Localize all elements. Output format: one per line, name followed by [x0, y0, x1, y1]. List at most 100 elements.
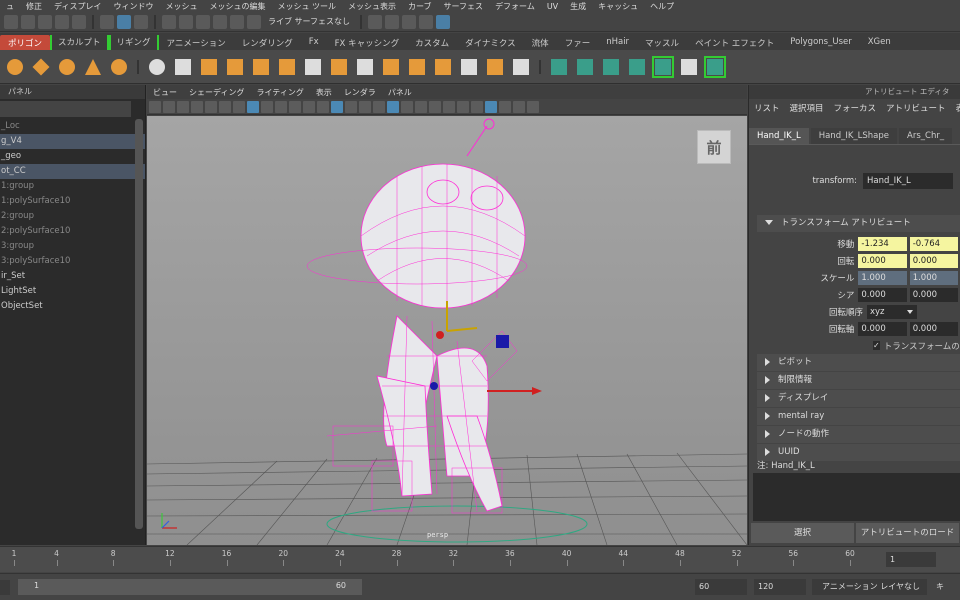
translate-x-field[interactable]: -1.234 [858, 236, 907, 251]
rotate-axis-y-field[interactable]: 0.000 [909, 321, 958, 336]
motion-blur-icon[interactable] [443, 100, 455, 113]
menu-item[interactable]: メッシュ [159, 1, 203, 12]
smooth-icon[interactable] [224, 56, 246, 78]
viewport-menu-item[interactable]: シェーディング [183, 87, 250, 98]
outliner-item[interactable]: _Loc [0, 119, 145, 134]
xray-icon[interactable] [499, 100, 511, 113]
select-component-icon[interactable] [134, 14, 148, 29]
menu-item[interactable]: ヘルプ [644, 1, 680, 12]
shelf-tab[interactable]: Polygons_User [782, 35, 859, 50]
safe-title-icon[interactable] [317, 100, 329, 113]
animation-end-field[interactable]: 120 [754, 579, 806, 595]
shear-y-field[interactable]: 0.000 [909, 287, 958, 302]
bridge-icon[interactable] [276, 56, 298, 78]
attribute-section[interactable]: ノードの動作 [757, 426, 960, 443]
menu-item[interactable]: キャッシュ [592, 1, 644, 12]
outliner-item[interactable]: LightSet [0, 284, 145, 299]
poly-sphere-icon[interactable] [4, 56, 26, 78]
scene-view[interactable]: 前 persp [147, 116, 747, 545]
start-frame-field[interactable] [0, 580, 10, 595]
attribute-menu-item[interactable]: リスト [749, 102, 785, 114]
grease-pencil-icon[interactable] [219, 100, 231, 113]
wireframe-icon[interactable] [331, 100, 343, 113]
anim-layer-dropdown[interactable]: アニメーション レイヤなし [812, 579, 927, 595]
menu-item[interactable]: ュ [0, 1, 20, 12]
open-scene-icon[interactable] [21, 14, 35, 29]
uv-unfold-icon[interactable] [652, 55, 674, 78]
shelf-tab[interactable]: Fx [301, 35, 327, 50]
attribute-section[interactable]: mental ray [757, 408, 960, 425]
shear-x-field[interactable]: 0.000 [858, 287, 907, 302]
target-weld-icon[interactable] [458, 56, 480, 78]
append-polygon-icon[interactable] [354, 56, 376, 78]
outliner-header[interactable]: パネル [0, 85, 145, 99]
collapse-icon[interactable] [484, 56, 506, 78]
select-object-icon[interactable] [117, 14, 131, 29]
extract-icon[interactable] [198, 56, 220, 78]
wireframe-on-shaded-icon[interactable] [373, 100, 385, 113]
bevel-icon[interactable] [328, 56, 350, 78]
attribute-menu-item[interactable]: アトリビュート [881, 102, 951, 114]
shelf-tab[interactable]: ファー [557, 35, 599, 50]
attribute-tab[interactable]: Ars_Chr_ [899, 128, 953, 144]
outliner-item[interactable]: ObjectSet [0, 299, 145, 314]
poly-cube-icon[interactable] [30, 56, 52, 78]
menu-item[interactable]: カーブ [402, 1, 438, 12]
outliner-item[interactable]: ot_CC [0, 164, 145, 179]
scale-x-field[interactable]: 1.000 [858, 270, 907, 285]
ipr-render-icon[interactable] [402, 14, 417, 29]
outliner-item[interactable]: 3:polySurface10 [0, 254, 145, 269]
textured-icon[interactable] [387, 100, 399, 113]
isolate-select-icon[interactable] [485, 100, 497, 113]
shadows-icon[interactable] [415, 100, 427, 113]
outliner-item[interactable]: 1:group [0, 179, 145, 194]
uv-layout-icon[interactable] [704, 55, 726, 78]
viewport-menu-item[interactable]: ビュー [147, 87, 183, 98]
smooth-shade-icon[interactable] [345, 100, 357, 113]
shelf-tab[interactable]: XGen [860, 35, 899, 50]
shelf-tab[interactable]: カスタム [407, 35, 457, 50]
poly-torus-icon[interactable] [108, 56, 130, 78]
2d-pan-icon[interactable] [205, 100, 217, 113]
gate-mask-icon[interactable] [275, 100, 287, 113]
shelf-tab[interactable]: ペイント エフェクト [687, 35, 782, 50]
snap-surface-icon[interactable] [230, 14, 244, 29]
uv-cylindrical-icon[interactable] [574, 56, 596, 78]
attribute-section[interactable]: ディスプレイ [757, 390, 960, 407]
safe-action-icon[interactable] [303, 100, 315, 113]
menu-item[interactable]: ディスプレイ [48, 1, 107, 12]
delete-edge-icon[interactable] [510, 56, 532, 78]
notes-field[interactable] [753, 473, 960, 521]
xray-active-icon[interactable] [527, 100, 539, 113]
poly-cylinder-icon[interactable] [56, 56, 78, 78]
playback-range-bar[interactable]: 1 60 [18, 579, 362, 595]
rotate-axis-x-field[interactable]: 0.000 [858, 321, 907, 336]
attribute-menu-item[interactable]: 表示 [951, 102, 960, 114]
rotate-y-field[interactable]: 0.000 [909, 253, 958, 268]
select-button[interactable]: 選択 [751, 523, 854, 543]
render-frame-icon[interactable] [385, 14, 400, 29]
shelf-tab[interactable]: アニメーション [159, 35, 234, 50]
load-attributes-button[interactable]: アトリビュートのロード [856, 523, 959, 543]
field-chart-icon[interactable] [289, 100, 301, 113]
attribute-section[interactable]: 制限情報 [757, 372, 960, 389]
resolution-gate-icon[interactable] [261, 100, 273, 113]
attribute-menu-item[interactable]: 選択項目 [785, 102, 829, 114]
uv-spherical-icon[interactable] [600, 56, 622, 78]
outliner-item[interactable]: 2:polySurface10 [0, 224, 145, 239]
end-frame-field[interactable]: 60 [695, 579, 747, 595]
menu-item[interactable]: サーフェス [438, 1, 490, 12]
snap-curve-icon[interactable] [179, 14, 193, 29]
outliner-item[interactable]: ir_Set [0, 269, 145, 284]
view-cube[interactable]: 前 [697, 130, 731, 164]
scale-y-field[interactable]: 1.000 [909, 270, 958, 285]
shelf-tab[interactable]: ポリゴン [0, 35, 51, 50]
rotate-order-dropdown[interactable]: xyz [867, 304, 917, 319]
attribute-tab[interactable]: Hand_IK_L [749, 128, 809, 144]
xray-joints-icon[interactable] [513, 100, 525, 113]
snap-view-icon[interactable] [213, 14, 227, 29]
menu-item[interactable]: メッシュの編集 [203, 1, 271, 12]
menu-item[interactable]: 生成 [564, 1, 592, 12]
menu-item[interactable]: 修正 [20, 1, 48, 12]
render-view-icon[interactable] [368, 14, 383, 29]
